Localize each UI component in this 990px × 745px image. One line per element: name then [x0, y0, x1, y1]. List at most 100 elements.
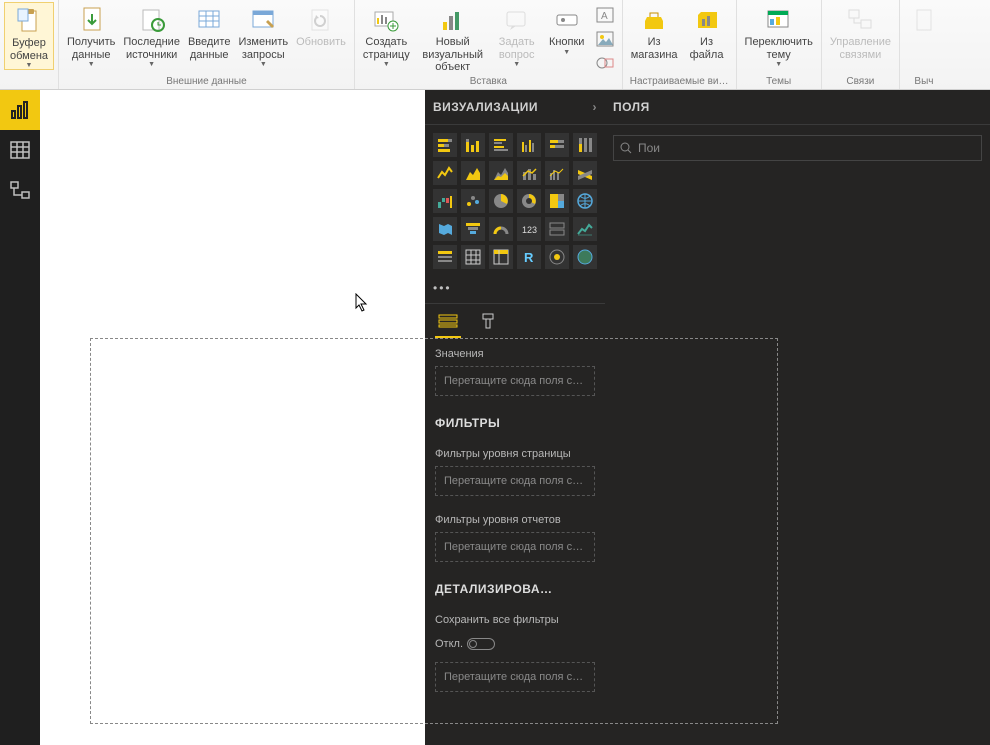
- refresh-button[interactable]: Обновить: [292, 2, 350, 49]
- group-label-calc: Выч: [914, 76, 933, 89]
- viz-matrix[interactable]: [489, 245, 513, 269]
- fields-header[interactable]: ПОЛЯ: [605, 90, 990, 125]
- group-label-themes: Темы: [766, 76, 791, 89]
- viz-funnel[interactable]: [461, 217, 485, 241]
- textbox-button[interactable]: A: [594, 4, 616, 26]
- fields-tab[interactable]: [437, 312, 459, 330]
- cursor-icon: [355, 293, 371, 313]
- question-icon: [501, 4, 533, 36]
- data-view-button[interactable]: [0, 130, 40, 170]
- model-view-button[interactable]: [0, 170, 40, 210]
- viz-arcgis[interactable]: [573, 245, 597, 269]
- visualizations-gallery: 123 R: [425, 125, 605, 277]
- main: ВИЗУАЛИЗАЦИИ › 123: [0, 90, 990, 745]
- calc-button[interactable]: [904, 2, 944, 36]
- chevron-down-icon: ▼: [26, 62, 33, 69]
- viz-area[interactable]: [461, 161, 485, 185]
- svg-text:R: R: [524, 250, 534, 265]
- from-file-button[interactable]: Изфайла: [682, 2, 732, 61]
- ribbon: Буферобмена ▼ Получитьданные ▼ Последние…: [0, 0, 990, 90]
- viz-clustered-column[interactable]: [517, 133, 541, 157]
- get-data-icon: [75, 4, 107, 36]
- chevron-down-icon: ▼: [148, 61, 155, 68]
- viz-map[interactable]: [573, 189, 597, 213]
- keep-filters-toggle[interactable]: [467, 638, 495, 650]
- manage-relations-button[interactable]: Управлениесвязями: [826, 2, 895, 61]
- edit-queries-button[interactable]: Изменитьзапросы ▼: [234, 2, 292, 68]
- chevron-down-icon: ▼: [260, 61, 267, 68]
- enter-data-icon: [193, 4, 225, 36]
- edit-queries-icon: [247, 4, 279, 36]
- viz-r[interactable]: R: [517, 245, 541, 269]
- new-visual-button[interactable]: Новый визуальныйобъект: [414, 2, 492, 74]
- view-navbar: [0, 90, 40, 745]
- group-label-custom: Настраиваемые ви…: [630, 76, 729, 89]
- fields-search-input[interactable]: Пои: [613, 135, 982, 161]
- viz-donut[interactable]: [517, 189, 541, 213]
- format-tabs: [425, 303, 605, 338]
- viz-filled-map[interactable]: [433, 217, 457, 241]
- viz-100-stacked-column[interactable]: [573, 133, 597, 157]
- store-icon: [638, 4, 670, 36]
- viz-table[interactable]: [461, 245, 485, 269]
- viz-ribbon[interactable]: [573, 161, 597, 185]
- buttons-button[interactable]: Кнопки ▼: [542, 2, 592, 56]
- theme-icon: [763, 4, 795, 36]
- refresh-icon: [305, 4, 337, 36]
- viz-multirow-card[interactable]: [545, 217, 569, 241]
- viz-slicer[interactable]: [433, 245, 457, 269]
- chevron-down-icon: ▼: [775, 61, 782, 68]
- svg-text:A: A: [601, 11, 608, 22]
- viz-card[interactable]: 123: [517, 217, 541, 241]
- viz-more-button[interactable]: •••: [425, 277, 605, 303]
- viz-line-stacked-column[interactable]: [517, 161, 541, 185]
- report-canvas[interactable]: [40, 90, 425, 745]
- svg-text:123: 123: [522, 225, 537, 235]
- new-page-icon: [370, 4, 402, 36]
- viz-line-clustered-column[interactable]: [545, 161, 569, 185]
- viz-clustered-bar[interactable]: [489, 133, 513, 157]
- report-view-button[interactable]: [0, 90, 40, 130]
- enter-data-button[interactable]: Введитеданные: [184, 2, 235, 61]
- viz-stacked-bar[interactable]: [433, 133, 457, 157]
- from-store-button[interactable]: Измагазина: [627, 2, 682, 61]
- recent-sources-button[interactable]: Последниеисточники ▼: [119, 2, 184, 68]
- chevron-down-icon: ▼: [88, 61, 95, 68]
- get-data-button[interactable]: Получитьданные ▼: [63, 2, 119, 68]
- viz-gauge[interactable]: [489, 217, 513, 241]
- ask-question-button[interactable]: Задатьвопрос ▼: [492, 2, 542, 68]
- switch-theme-button[interactable]: Переключитьтему ▼: [741, 2, 817, 68]
- shapes-button[interactable]: [594, 52, 616, 74]
- viz-waterfall[interactable]: [433, 189, 457, 213]
- visualizations-header[interactable]: ВИЗУАЛИЗАЦИИ ›: [425, 90, 605, 125]
- viz-treemap[interactable]: [545, 189, 569, 213]
- chevron-down-icon: ▼: [513, 61, 520, 68]
- canvas-area[interactable]: [40, 90, 425, 745]
- recent-sources-icon: [136, 4, 168, 36]
- viz-py[interactable]: [545, 245, 569, 269]
- viz-line[interactable]: [433, 161, 457, 185]
- chevron-right-icon: ›: [593, 100, 598, 114]
- group-label-insert: Вставка: [470, 76, 507, 89]
- new-visual-icon: [437, 4, 469, 36]
- image-button[interactable]: [594, 28, 616, 50]
- calc-icon: [908, 4, 940, 36]
- group-label-relations: Связи: [846, 76, 874, 89]
- chevron-down-icon: ▼: [563, 49, 570, 56]
- buttons-icon: [551, 4, 583, 36]
- viz-scatter[interactable]: [461, 189, 485, 213]
- group-label-external-data: Внешние данные: [166, 76, 246, 89]
- chevron-down-icon: ▼: [383, 61, 390, 68]
- new-page-button[interactable]: Создатьстраницу ▼: [359, 2, 414, 68]
- viz-kpi[interactable]: [573, 217, 597, 241]
- relations-icon: [844, 4, 876, 36]
- viz-stacked-area[interactable]: [489, 161, 513, 185]
- format-tab[interactable]: [477, 312, 499, 330]
- viz-pie[interactable]: [489, 189, 513, 213]
- clipboard-icon: [13, 5, 45, 37]
- viz-100-stacked-bar[interactable]: [545, 133, 569, 157]
- clipboard-button[interactable]: Буферобмена ▼: [4, 2, 54, 70]
- visual-placeholder[interactable]: [90, 338, 778, 724]
- from-file-icon: [691, 4, 723, 36]
- viz-stacked-column[interactable]: [461, 133, 485, 157]
